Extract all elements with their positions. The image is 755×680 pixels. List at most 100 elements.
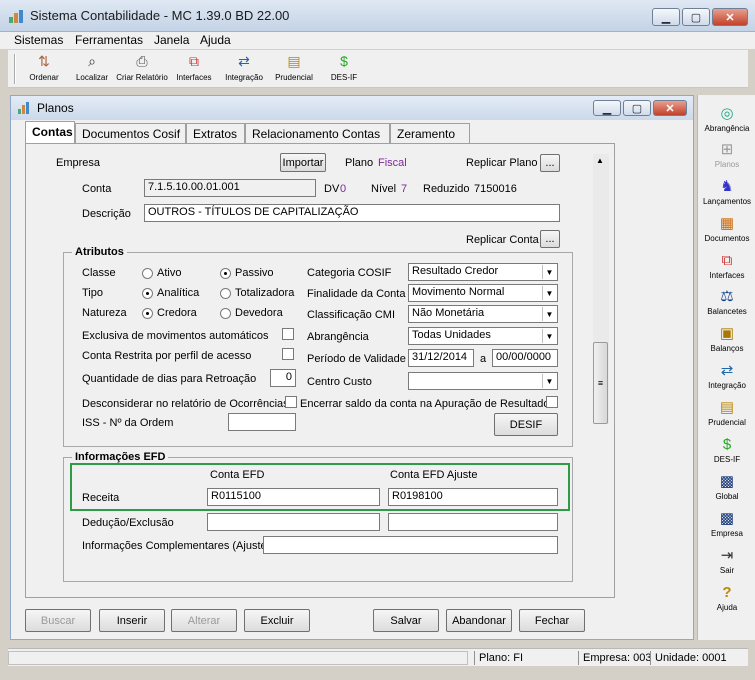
- sidebar-item-planos[interactable]: ⊞ Planos: [698, 141, 755, 169]
- periodo-fim-field[interactable]: 00/00/0000: [492, 349, 558, 367]
- sidebar-item-integracao[interactable]: ⇄ Integração: [698, 362, 755, 390]
- sidebar-item-empresa[interactable]: ▩ Empresa: [698, 510, 755, 538]
- toolbar-ordenar[interactable]: ⇅ Ordenar: [20, 50, 68, 88]
- encerrar-checkbox[interactable]: [546, 396, 558, 408]
- buscar-button[interactable]: Buscar: [25, 609, 91, 632]
- sidebar-item-prudencial[interactable]: ▤ Prudencial: [698, 399, 755, 427]
- sidebar-item-ajuda[interactable]: ? Ajuda: [698, 584, 755, 612]
- planos-maximize-button[interactable]: ▢: [623, 100, 651, 116]
- abandonar-button[interactable]: Abandonar: [446, 609, 512, 632]
- scroll-thumb[interactable]: ≡: [593, 342, 608, 424]
- help-icon: ?: [722, 584, 732, 601]
- scroll-up-icon[interactable]: ▲: [596, 156, 604, 165]
- totalizadora-radio[interactable]: [220, 288, 231, 299]
- tipo-label: Tipo: [82, 287, 103, 299]
- categoria-cosif-select[interactable]: Resultado Credor ▼: [408, 263, 558, 281]
- centro-custo-select[interactable]: ▼: [408, 372, 558, 390]
- sidebar-label: Balancetes: [707, 307, 747, 316]
- chevron-down-icon: ▼: [542, 307, 556, 321]
- sidebar-item-abrangencia[interactable]: ◎ Abrangência: [698, 105, 755, 133]
- atributos-title: Atributos: [72, 246, 127, 258]
- sidebar-item-interfaces[interactable]: ⧉ Interfaces: [698, 252, 755, 280]
- planos-minimize-button[interactable]: ▁: [593, 100, 621, 116]
- tab-zeramento[interactable]: Zeramento: [390, 123, 470, 144]
- toolbar-des-if[interactable]: $ DES-IF: [320, 50, 368, 88]
- vertical-scrollbar[interactable]: ▲ ≡: [593, 154, 609, 424]
- tree-icon: ⊞: [720, 141, 734, 158]
- descricao-field[interactable]: OUTROS - TÍTULOS DE CAPITALIZAÇÃO: [144, 204, 560, 222]
- replicar-plano-button[interactable]: ...: [540, 154, 560, 172]
- alterar-button[interactable]: Alterar: [171, 609, 237, 632]
- scales-icon: ⚖: [720, 288, 734, 305]
- periodo-sep: a: [480, 353, 487, 365]
- reduzido-label: Reduzido: [423, 183, 470, 195]
- info-complementares-field[interactable]: [263, 536, 558, 554]
- iss-field[interactable]: [228, 413, 296, 431]
- qtd-dias-field[interactable]: 0: [270, 369, 296, 387]
- sidebar-item-global[interactable]: ▩ Global: [698, 473, 755, 501]
- abrangencia-select[interactable]: Todas Unidades ▼: [408, 327, 558, 345]
- tab-documentos-cosif[interactable]: Documentos Cosif: [75, 123, 186, 144]
- periodo-inicio-field[interactable]: 31/12/2014: [408, 349, 474, 367]
- app-title: Sistema Contabilidade - MC 1.39.0 BD 22.…: [30, 8, 290, 23]
- status-pane-main: [8, 651, 468, 665]
- receita-ajuste-field[interactable]: R0198100: [388, 488, 558, 506]
- salvar-button[interactable]: Salvar: [373, 609, 439, 632]
- credora-radio[interactable]: [142, 308, 153, 319]
- money-bag-icon: $: [340, 53, 348, 69]
- planos-close-button[interactable]: ✕: [653, 100, 687, 116]
- tab-contas[interactable]: Contas: [25, 121, 75, 144]
- importar-button[interactable]: Importar: [280, 153, 326, 172]
- menu-ajuda[interactable]: Ajuda: [200, 33, 231, 47]
- fechar-button[interactable]: Fechar: [519, 609, 585, 632]
- sidebar-item-balancos[interactable]: ▣ Balanços: [698, 325, 755, 353]
- contas-panel: Empresa Importar Plano Fiscal Replicar P…: [25, 143, 615, 598]
- inserir-button[interactable]: Inserir: [99, 609, 165, 632]
- exclusiva-checkbox[interactable]: [282, 328, 294, 340]
- replicar-conta-button[interactable]: ...: [540, 230, 560, 248]
- toolbar-criar-relatorio[interactable]: ⎙ Criar Relatório: [116, 50, 168, 88]
- maximize-button[interactable]: ▢: [682, 8, 710, 26]
- toolbar: ⇅ Ordenar ⌕ Localizar ⎙ Criar Relatório ⧉ In…: [8, 50, 748, 88]
- menu-sistemas[interactable]: Sistemas: [14, 33, 63, 47]
- conta-field[interactable]: 7.1.5.10.00.01.001: [144, 179, 316, 197]
- toolbar-label: Localizar: [75, 73, 108, 82]
- close-button[interactable]: ✕: [712, 8, 748, 26]
- conta-efd-ajuste-header: Conta EFD Ajuste: [390, 469, 478, 481]
- excluir-button[interactable]: Excluir: [244, 609, 310, 632]
- deducao-ajuste-field[interactable]: [388, 513, 558, 531]
- restrita-checkbox[interactable]: [282, 348, 294, 360]
- menu-janela[interactable]: Janela: [154, 33, 189, 47]
- deducao-efd-field[interactable]: [207, 513, 380, 531]
- sidebar-item-sair[interactable]: ⇥ Sair: [698, 547, 755, 575]
- tab-bar: Contas Documentos Cosif Extratos Relacio…: [25, 121, 685, 144]
- sidebar-item-balancetes[interactable]: ⚖ Balancetes: [698, 288, 755, 316]
- sidebar-item-des-if[interactable]: $ DES-IF: [698, 436, 755, 464]
- toolbar-integracao[interactable]: ⇄ Integração: [220, 50, 268, 88]
- toolbar-prudencial[interactable]: ▤ Prudencial: [270, 50, 318, 88]
- toolbar-localizar[interactable]: ⌕ Localizar: [68, 50, 116, 88]
- right-sidebar: ◎ Abrangência ⊞ Planos ♞ Lançamentos ▦ Docum…: [697, 95, 755, 640]
- sidebar-item-documentos[interactable]: ▦ Documentos: [698, 215, 755, 243]
- desconsiderar-checkbox[interactable]: [285, 396, 297, 408]
- reduzido-value: 7150016: [474, 183, 517, 195]
- finalidade-select[interactable]: Movimento Normal ▼: [408, 284, 558, 302]
- tab-relacionamento-contas[interactable]: Relacionamento Contas: [245, 123, 390, 144]
- minimize-button[interactable]: ▁: [652, 8, 680, 26]
- devedora-radio[interactable]: [220, 308, 231, 319]
- tab-extratos[interactable]: Extratos: [186, 123, 245, 144]
- desif-button[interactable]: DESIF: [494, 413, 558, 436]
- toolbar-interfaces[interactable]: ⧉ Interfaces: [170, 50, 218, 88]
- planos-title-bar: Planos ▁ ▢ ✕: [11, 96, 693, 120]
- ativo-radio[interactable]: [142, 268, 153, 279]
- toolbar-label: DES-IF: [330, 73, 358, 82]
- passivo-label: Passivo: [235, 267, 274, 279]
- passivo-radio[interactable]: [220, 268, 231, 279]
- analitica-radio[interactable]: [142, 288, 153, 299]
- classificacao-cmi-select[interactable]: Não Monetária ▼: [408, 305, 558, 323]
- sidebar-item-lancamentos[interactable]: ♞ Lançamentos: [698, 178, 755, 206]
- receita-efd-field[interactable]: R0115100: [207, 488, 380, 506]
- window-icon: [17, 101, 31, 115]
- interfaces-icon: ⧉: [721, 252, 733, 269]
- menu-ferramentas[interactable]: Ferramentas: [75, 33, 143, 47]
